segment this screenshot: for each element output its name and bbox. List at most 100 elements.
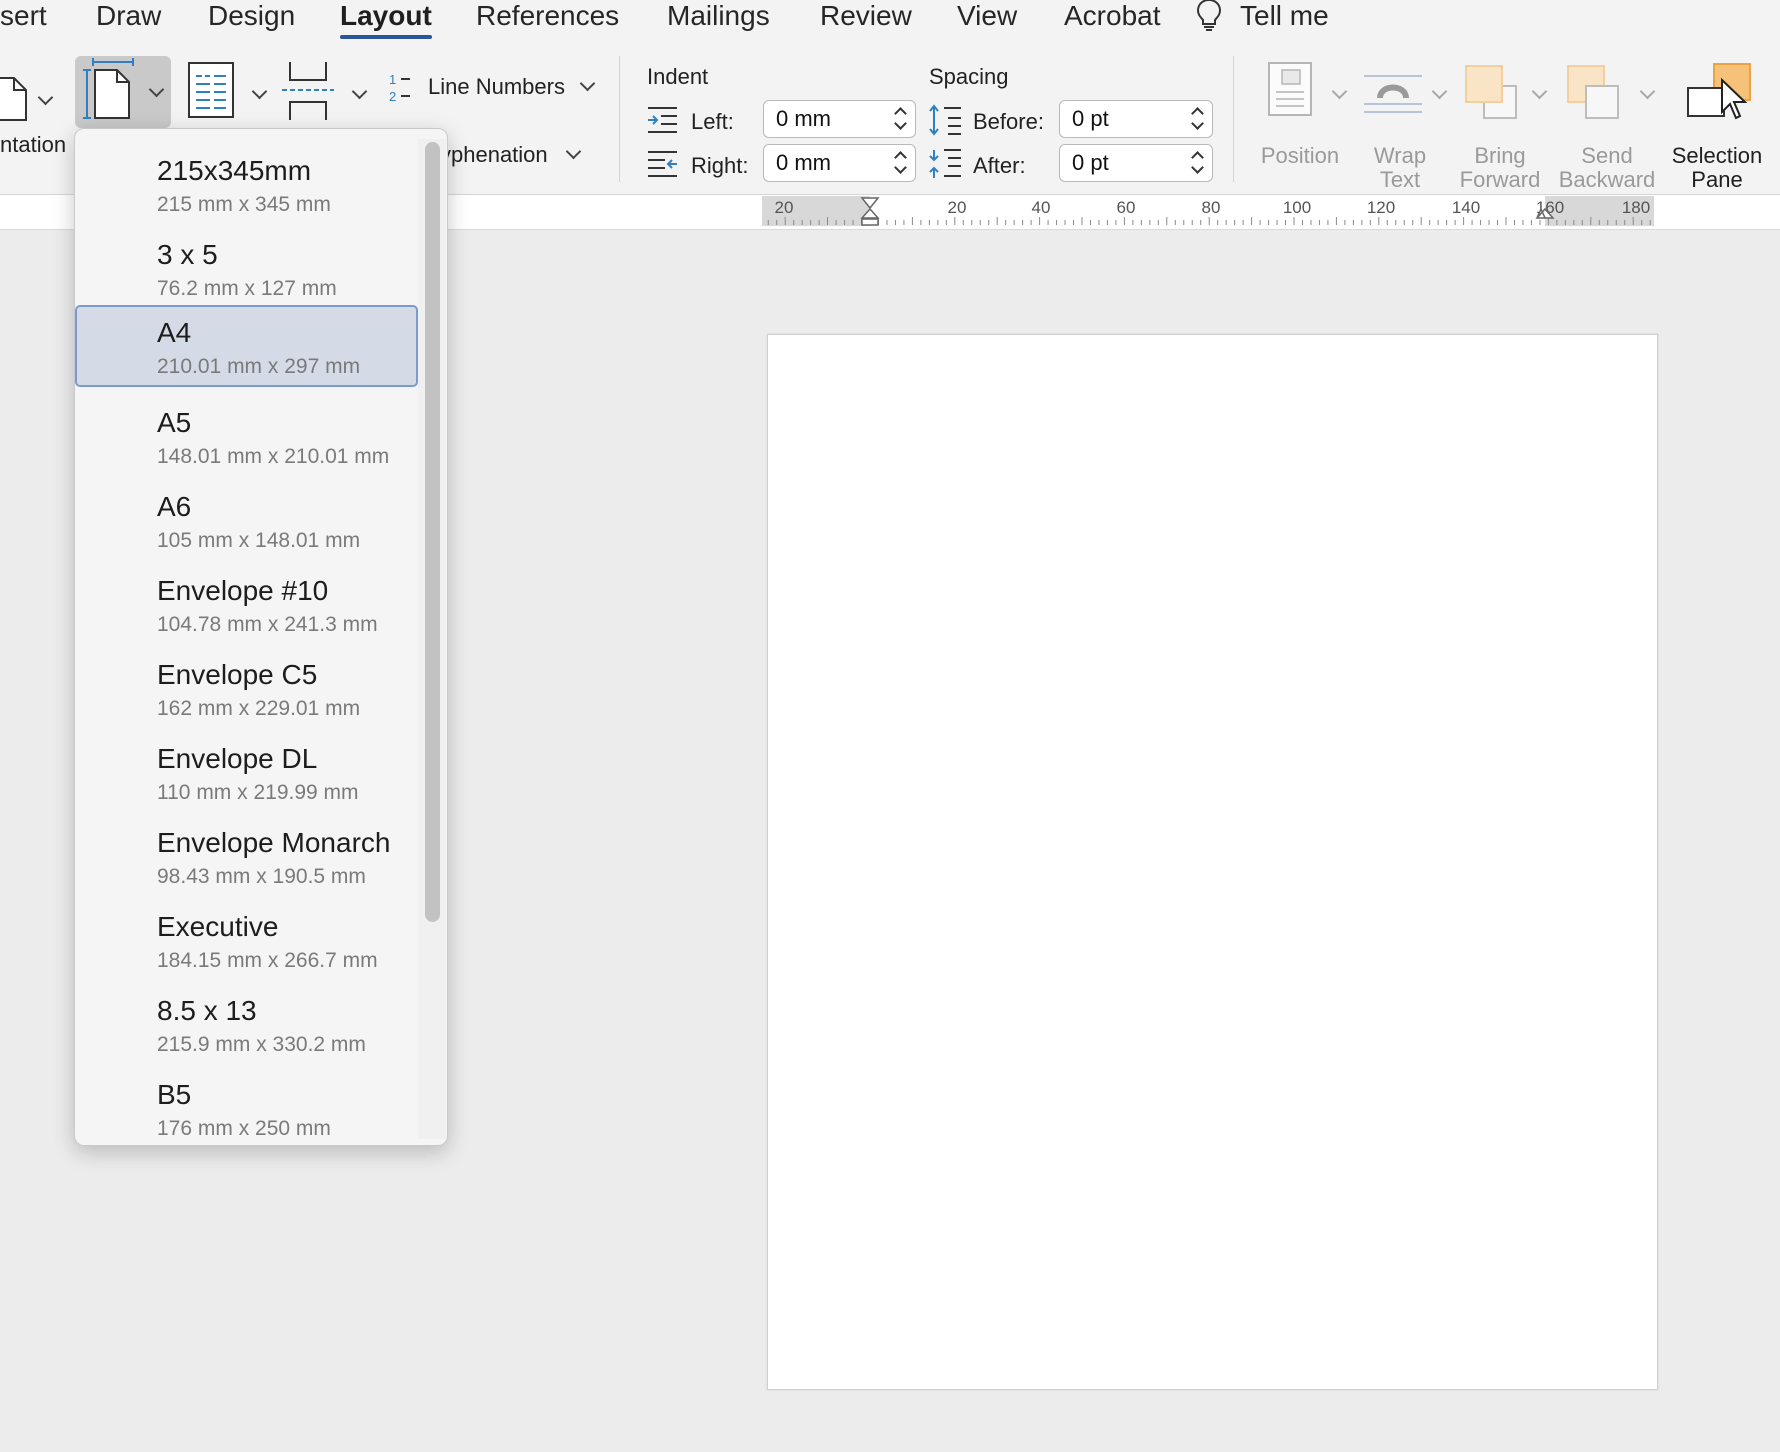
breaks-icon bbox=[282, 62, 334, 120]
position-label: Position bbox=[1260, 143, 1340, 168]
size-name: Envelope #10 bbox=[157, 575, 329, 606]
ruler-label: 60 bbox=[1117, 198, 1136, 217]
columns-icon bbox=[188, 62, 234, 118]
size-button[interactable] bbox=[75, 56, 171, 128]
position-button[interactable]: Position bbox=[1250, 60, 1350, 190]
size-menu-item[interactable]: Envelope #10 104.78 mm x 241.3 mm bbox=[75, 563, 418, 645]
spacing-after-label: After: bbox=[973, 153, 1026, 178]
tab-draw[interactable]: Draw bbox=[96, 0, 161, 38]
lightbulb-icon bbox=[1196, 0, 1222, 31]
ruler-label: 40 bbox=[1032, 198, 1051, 217]
wrap-text-button[interactable]: Wrap Text bbox=[1350, 60, 1450, 192]
size-menu-item[interactable]: 8.5 x 13 215.9 mm x 330.2 mm bbox=[75, 983, 418, 1065]
size-dimensions: 98.43 mm x 190.5 mm bbox=[157, 865, 366, 888]
line-numbers-button[interactable]: 1 2 Line Numbers bbox=[388, 70, 598, 106]
indent-title: Indent bbox=[647, 64, 709, 89]
selection-pane-button[interactable]: Selection Pane bbox=[1664, 60, 1770, 192]
tab-acrobat[interactable]: Acrobat bbox=[1064, 0, 1161, 38]
ruler-label: 20 bbox=[948, 198, 967, 217]
breaks-button[interactable] bbox=[280, 62, 368, 128]
send-backward-button[interactable]: Send Backward bbox=[1556, 60, 1658, 192]
indent-left-input[interactable] bbox=[776, 107, 886, 131]
tab-view[interactable]: View bbox=[957, 0, 1017, 38]
size-menu-item[interactable]: 3 x 5 76.2 mm x 127 mm bbox=[75, 227, 418, 309]
size-menu-item[interactable]: Envelope C5 162 mm x 229.01 mm bbox=[75, 647, 418, 729]
size-dimensions: 104.78 mm x 241.3 mm bbox=[157, 613, 378, 636]
size-name: 8.5 x 13 bbox=[157, 995, 257, 1026]
line-numbers-icon: 1 2 bbox=[389, 72, 410, 104]
tab-mailings[interactable]: Mailings bbox=[667, 0, 770, 38]
spacing-after-icon bbox=[929, 149, 961, 178]
chevron-down-icon bbox=[1639, 83, 1656, 100]
hyphenation-label: yphenation bbox=[440, 142, 548, 167]
chevron-down-icon bbox=[148, 81, 165, 98]
size-name: B5 bbox=[157, 1079, 192, 1110]
size-menu-item[interactable]: Executive 184.15 mm x 266.7 mm bbox=[75, 899, 418, 981]
scrollbar-thumb[interactable] bbox=[425, 142, 440, 922]
ruler-label: 180 bbox=[1622, 198, 1650, 217]
spacing-after-field[interactable] bbox=[1059, 144, 1213, 182]
wrap-text-label-2: Text bbox=[1379, 167, 1421, 192]
chevron-down-icon bbox=[579, 75, 596, 92]
size-menu-item-selected[interactable]: A4 210.01 mm x 297 mm bbox=[75, 305, 418, 387]
left-indent-marker[interactable] bbox=[861, 218, 879, 226]
indent-right-input[interactable] bbox=[776, 151, 886, 175]
indent-right-field[interactable] bbox=[763, 144, 916, 182]
orientation-label: ntation bbox=[0, 132, 67, 157]
indent-right-label: Right: bbox=[691, 153, 749, 178]
ribbon-tab-bar: sert Draw Design Layout References Maili… bbox=[0, 0, 1780, 48]
spacing-before-field[interactable] bbox=[1059, 100, 1213, 138]
wrap-text-icon bbox=[1364, 75, 1422, 113]
group-separator bbox=[619, 56, 620, 182]
svg-text:1: 1 bbox=[389, 72, 396, 87]
size-dimensions: 105 mm x 148.01 mm bbox=[157, 529, 361, 552]
page-size-menu: 215x345mm 215 mm x 345 mm 3 x 5 76.2 mm … bbox=[74, 128, 448, 1146]
bring-forward-label-2: Forward bbox=[1459, 167, 1541, 192]
wrap-text-label-1: Wrap bbox=[1373, 143, 1427, 168]
columns-button[interactable] bbox=[186, 62, 268, 128]
size-icon bbox=[83, 58, 134, 119]
indent-left-field[interactable] bbox=[763, 100, 916, 138]
spacing-after-stepper[interactable] bbox=[1190, 148, 1206, 178]
indent-left-stepper[interactable] bbox=[893, 104, 909, 134]
size-name: Envelope Monarch bbox=[157, 827, 391, 858]
size-menu-item[interactable]: A5 148.01 mm x 210.01 mm bbox=[75, 395, 418, 477]
size-dimensions: 176 mm x 250 mm bbox=[157, 1117, 331, 1140]
tab-design[interactable]: Design bbox=[208, 0, 295, 38]
bring-forward-label-1: Bring bbox=[1474, 143, 1526, 168]
group-separator bbox=[1233, 56, 1234, 182]
svg-text:2: 2 bbox=[389, 89, 396, 104]
indent-right-stepper[interactable] bbox=[893, 148, 909, 178]
size-menu-item[interactable]: B5 176 mm x 250 mm bbox=[75, 1067, 418, 1145]
size-menu-item[interactable]: Envelope Monarch 98.43 mm x 190.5 mm bbox=[75, 815, 418, 897]
spacing-before-input[interactable] bbox=[1072, 107, 1182, 131]
size-menu-item[interactable]: 215x345mm 215 mm x 345 mm bbox=[75, 143, 418, 225]
size-name: 3 x 5 bbox=[157, 239, 218, 270]
chevron-down-icon bbox=[251, 83, 268, 100]
tab-insert[interactable]: sert bbox=[0, 0, 47, 38]
line-numbers-label: Line Numbers bbox=[428, 74, 565, 99]
tab-layout[interactable]: Layout bbox=[340, 0, 432, 39]
size-name: A4 bbox=[157, 317, 192, 348]
indent-left-label: Left: bbox=[691, 109, 734, 134]
send-backward-label-1: Send bbox=[1581, 143, 1633, 168]
chevron-down-icon bbox=[1431, 83, 1448, 100]
size-name: Envelope C5 bbox=[157, 659, 318, 690]
spacing-title: Spacing bbox=[929, 64, 1009, 89]
tab-review[interactable]: Review bbox=[820, 0, 912, 38]
spacing-before-stepper[interactable] bbox=[1190, 104, 1206, 134]
chevron-down-icon bbox=[351, 83, 368, 100]
bring-forward-button[interactable]: Bring Forward bbox=[1450, 60, 1550, 192]
ruler-label: 80 bbox=[1202, 198, 1221, 217]
spacing-after-input[interactable] bbox=[1072, 151, 1182, 175]
tab-references[interactable]: References bbox=[476, 0, 619, 38]
size-menu-item[interactable]: Envelope DL 110 mm x 219.99 mm bbox=[75, 731, 418, 813]
ruler-label: 140 bbox=[1452, 198, 1480, 217]
selection-pane-label-1: Selection bbox=[1671, 143, 1763, 168]
horizontal-ruler[interactable]: 20 20 40 60 80 100 120 140 160 180 bbox=[762, 196, 1654, 226]
size-menu-item[interactable]: A6 105 mm x 148.01 mm bbox=[75, 479, 418, 561]
size-dimensions: 215 mm x 345 mm bbox=[157, 193, 331, 216]
document-page[interactable] bbox=[767, 334, 1658, 1390]
orientation-button[interactable] bbox=[0, 54, 60, 144]
size-name: Envelope DL bbox=[157, 743, 318, 774]
